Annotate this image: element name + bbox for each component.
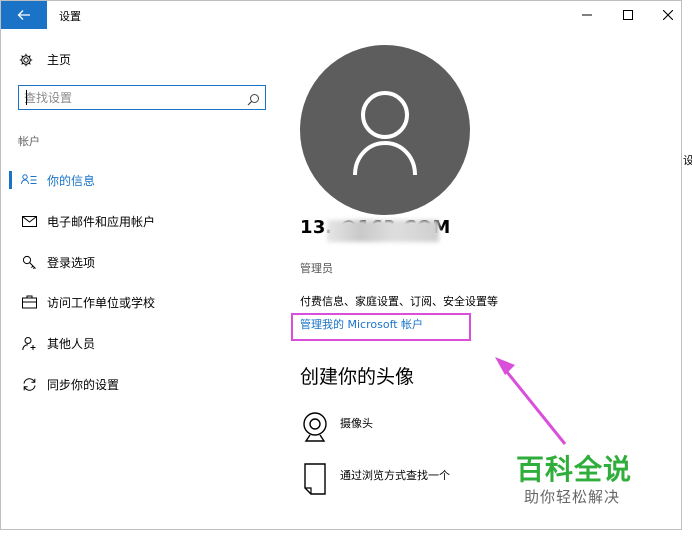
sidebar-item-work-school[interactable]: 访问工作单位或学校 (1, 289, 283, 315)
camera-option-label: 摄像头 (340, 417, 373, 430)
create-avatar-heading: 创建你的头像 (300, 366, 415, 388)
close-icon (663, 10, 673, 20)
back-button[interactable] (1, 1, 47, 29)
sidebar-item-your-info[interactable]: 你的信息 (1, 167, 283, 193)
browse-option-label: 通过浏览方式查找一个 (340, 469, 450, 482)
minimize-button[interactable] (577, 5, 597, 25)
key-icon (21, 254, 37, 270)
gear-icon (19, 52, 35, 68)
person-list-icon (21, 172, 37, 188)
sidebar: 主页 帐户 你的信息 (1, 29, 283, 529)
user-silhouette-icon (353, 91, 417, 176)
briefcase-icon (21, 294, 37, 310)
person-add-icon (21, 335, 37, 351)
maximize-icon (623, 10, 633, 20)
text-cursor (26, 90, 27, 105)
back-arrow-icon (17, 10, 30, 20)
sidebar-item-other-people[interactable]: 其他人员 (1, 330, 283, 356)
sidebar-item-sync-settings[interactable]: 同步你的设置 (1, 371, 283, 397)
sidebar-item-label: 其他人员 (47, 337, 96, 351)
file-icon (300, 461, 330, 497)
search-box[interactable] (18, 85, 266, 110)
redaction-blur (327, 220, 439, 242)
title-bar: 设置 (1, 1, 681, 29)
minimize-icon (582, 14, 592, 16)
sidebar-item-email-accounts[interactable]: 电子邮件和应用帐户 (1, 208, 283, 234)
search-icon[interactable] (247, 91, 260, 110)
home-label: 主页 (47, 53, 72, 67)
sidebar-item-sign-in-options[interactable]: 登录选项 (1, 249, 283, 275)
window-title: 设置 (59, 10, 81, 23)
sidebar-item-label: 登录选项 (47, 256, 96, 270)
background-window-glyph: 设 (683, 154, 692, 167)
account-description: 付费信息、家庭设置、订阅、安全设置等 (300, 295, 498, 308)
watermark-subtitle: 助你轻松解决 (524, 488, 621, 506)
sidebar-item-label: 你的信息 (47, 174, 96, 188)
section-header-accounts: 帐户 (18, 135, 40, 148)
sidebar-item-label: 访问工作单位或学校 (47, 296, 156, 310)
camera-option[interactable]: 摄像头 (300, 409, 600, 449)
mail-icon (21, 213, 37, 229)
avatar (300, 45, 470, 215)
watermark-title: 百科全说 (516, 453, 633, 486)
account-role: 管理员 (300, 262, 333, 275)
manage-microsoft-account-link[interactable]: 管理我的 Microsoft 帐户 (300, 316, 423, 332)
sidebar-item-label: 电子邮件和应用帐户 (47, 215, 156, 229)
sidebar-item-label: 同步你的设置 (47, 378, 120, 392)
sidebar-item-home[interactable]: 主页 (19, 51, 71, 68)
sync-icon (21, 376, 37, 392)
search-input[interactable] (24, 88, 244, 107)
maximize-button[interactable] (618, 5, 638, 25)
close-button[interactable] (658, 5, 678, 25)
camera-icon (300, 409, 330, 445)
